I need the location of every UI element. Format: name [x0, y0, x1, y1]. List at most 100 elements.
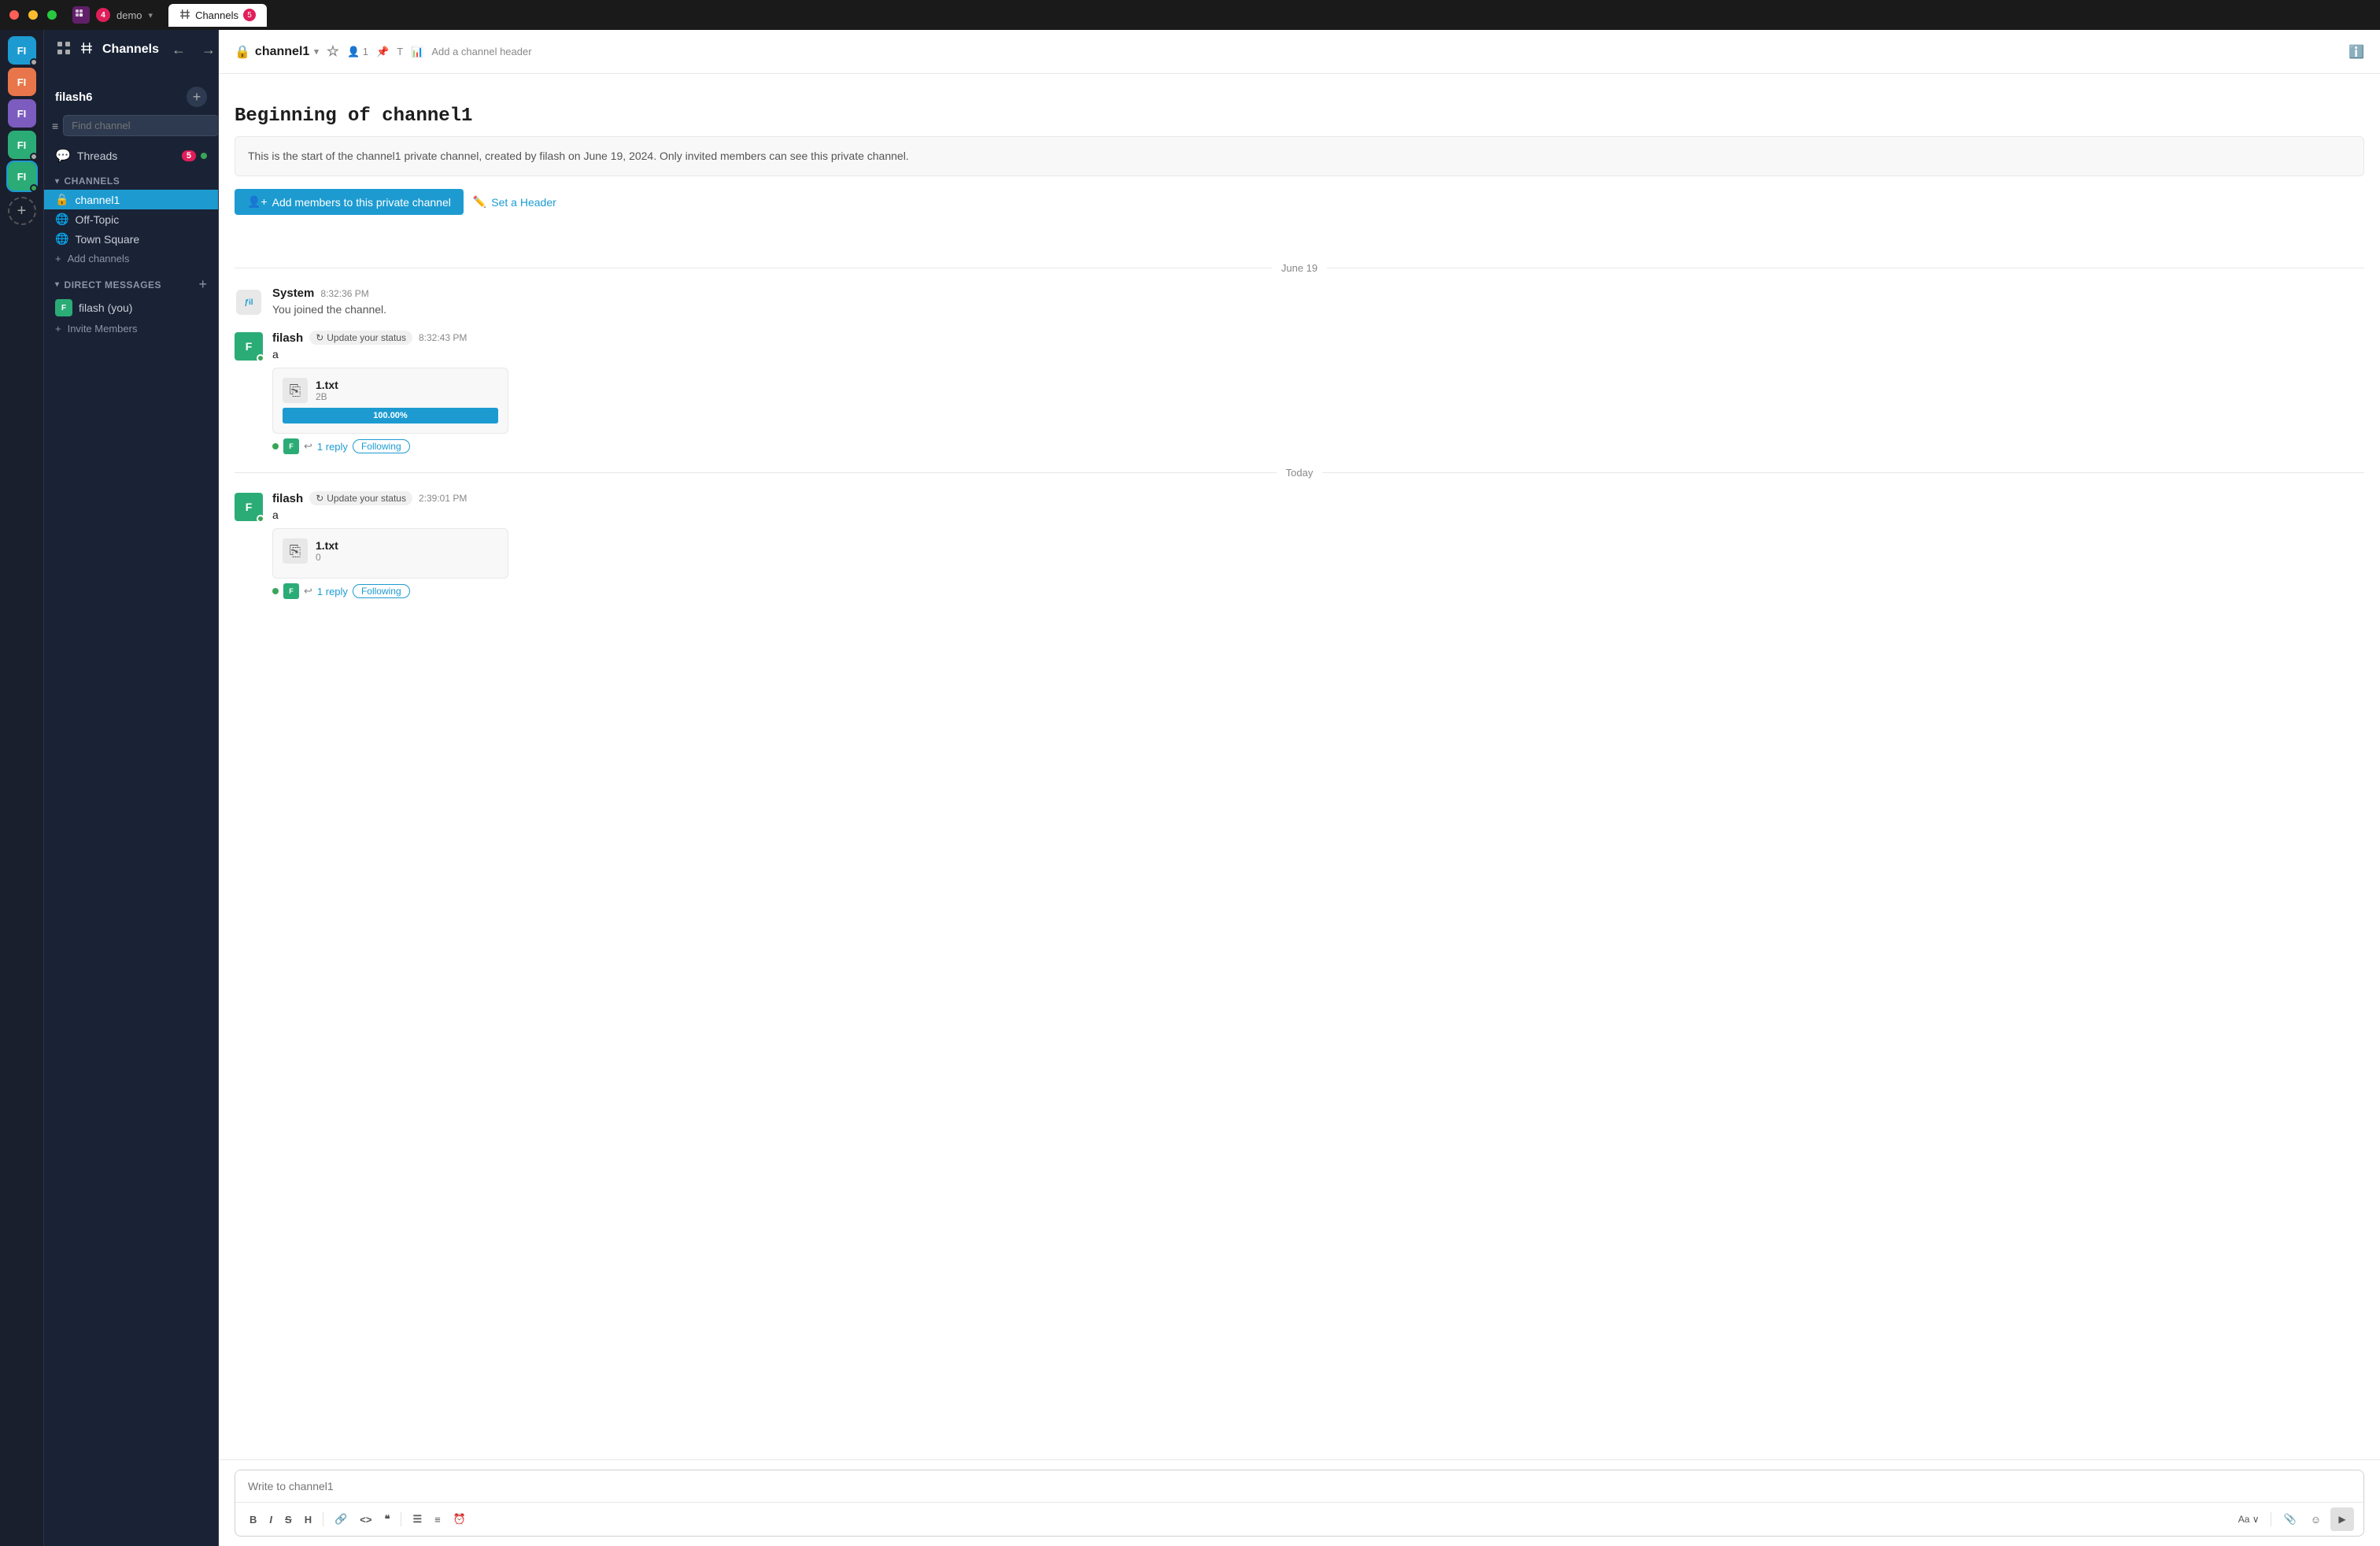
- header-title: Channels: [102, 43, 159, 57]
- reply-dot-2: [272, 588, 279, 594]
- add-channels-button[interactable]: + Add channels: [44, 249, 218, 268]
- msg-text-1: a: [272, 346, 2364, 363]
- following-button-1[interactable]: Following: [353, 439, 410, 453]
- nav-back-button[interactable]: ←: [168, 40, 189, 60]
- date-divider-today: Today: [235, 467, 2364, 479]
- following-button-2[interactable]: Following: [353, 584, 410, 598]
- dm-filash[interactable]: F filash (you): [44, 296, 218, 320]
- msg-username-1[interactable]: filash: [272, 331, 303, 345]
- update-status-button-1[interactable]: ↻ Update your status: [309, 331, 412, 345]
- workspace-name[interactable]: filash6: [55, 91, 93, 104]
- msg-username-2[interactable]: filash: [272, 492, 303, 505]
- filter-icon[interactable]: ≡: [52, 120, 58, 132]
- strikethrough-button[interactable]: S: [280, 1511, 297, 1529]
- dm-section-label[interactable]: ▾ DIRECT MESSAGES: [55, 279, 161, 290]
- rail-avatar-2[interactable]: FI: [8, 68, 36, 96]
- status-icon-2: ↻: [316, 493, 323, 504]
- nav-forward-button[interactable]: →: [198, 40, 219, 60]
- attachment-button[interactable]: 📎: [2279, 1510, 2301, 1529]
- member-count[interactable]: 👤 1: [347, 46, 368, 58]
- thread-reply-1[interactable]: F ↩ 1 reply Following: [272, 438, 2364, 454]
- pinned-icon[interactable]: 📌: [376, 46, 389, 58]
- link-button[interactable]: 🔗: [330, 1510, 352, 1529]
- sidebar-item-town-square[interactable]: 🌐 Town Square: [44, 229, 218, 249]
- dm-chevron-icon: ▾: [55, 280, 60, 289]
- user-online-dot-1: [257, 354, 264, 362]
- channel-info-button[interactable]: ℹ️: [2349, 44, 2364, 60]
- threads-online-dot: [201, 153, 207, 159]
- invite-members-button[interactable]: + Invite Members: [44, 320, 218, 338]
- thread-reply-2[interactable]: F ↩ 1 reply Following: [272, 583, 2364, 599]
- numbered-list-button[interactable]: ≡: [430, 1511, 445, 1529]
- threads-icon: 💬: [55, 148, 71, 164]
- rail-avatar-3[interactable]: FI: [8, 99, 36, 128]
- icon-rail: FI FI FI FI FI +: [0, 30, 44, 1546]
- add-members-icon: 👤+: [247, 195, 268, 209]
- header-text-btn[interactable]: T: [397, 46, 403, 57]
- user-online-dot-2: [257, 515, 264, 523]
- reply-count-1[interactable]: 1 reply: [317, 441, 348, 453]
- emoji-picker-button[interactable]: ☺: [2306, 1511, 2326, 1529]
- message-input-box: B I S H 🔗 <> ❝ ☰ ≡ ⏰ Aa ∨: [235, 1470, 2364, 1537]
- update-status-button-2[interactable]: ↻ Update your status: [309, 491, 412, 505]
- app-name[interactable]: demo: [116, 9, 142, 21]
- rail-avatar-4[interactable]: FI: [8, 131, 36, 159]
- grid-icon[interactable]: [57, 41, 71, 59]
- add-icon: +: [55, 253, 61, 264]
- msg-time-2: 2:39:01 PM: [419, 493, 467, 504]
- bullet-list-button[interactable]: ☰: [408, 1510, 427, 1529]
- section-chevron-icon: ▾: [55, 177, 60, 186]
- channel-name-header[interactable]: 🔒 channel1 ▾ ☆: [235, 43, 339, 60]
- minimize-dot[interactable]: [28, 10, 38, 20]
- set-header-button[interactable]: ✏️ Set a Header: [473, 189, 556, 215]
- threads-item[interactable]: 💬 Threads 5: [44, 144, 218, 168]
- find-channel-row: ≡: [44, 115, 218, 144]
- file-progress-1: 100.00%: [283, 408, 498, 423]
- add-members-button[interactable]: 👤+ Add members to this private channel: [235, 189, 464, 215]
- channel-star-icon[interactable]: ☆: [327, 43, 339, 60]
- message-input[interactable]: [235, 1470, 2363, 1502]
- quote-button[interactable]: ❝: [379, 1510, 394, 1529]
- channel-beginning: Beginning of channel1 This is the start …: [235, 74, 2364, 250]
- messages-area[interactable]: Beginning of channel1 This is the start …: [219, 74, 2380, 1459]
- title-bar: 4 demo ▾ Channels 5: [0, 0, 2380, 30]
- rail-avatar-1[interactable]: FI: [8, 36, 36, 65]
- emoji-time-button[interactable]: ⏰: [449, 1510, 471, 1529]
- italic-button[interactable]: I: [264, 1511, 277, 1529]
- pencil-icon: ✏️: [473, 195, 486, 209]
- rail-avatar-5[interactable]: FI: [8, 162, 36, 190]
- add-workspace-button[interactable]: +: [8, 197, 36, 225]
- rail-dot-1: [30, 58, 38, 66]
- find-channel-input[interactable]: [63, 115, 219, 136]
- file-size-2: 0: [316, 552, 338, 563]
- code-button[interactable]: <>: [355, 1511, 376, 1529]
- channel-dropdown-icon: ▾: [314, 46, 319, 57]
- off-topic-label: Off-Topic: [75, 213, 119, 226]
- plus-icon: +: [55, 323, 61, 335]
- new-message-button[interactable]: +: [187, 87, 207, 107]
- add-dm-button[interactable]: +: [198, 276, 207, 293]
- message-input-area: B I S H 🔗 <> ❝ ☰ ≡ ⏰ Aa ∨: [219, 1459, 2380, 1546]
- add-header-button[interactable]: Add a channel header: [431, 46, 531, 57]
- font-size-button[interactable]: Aa ∨: [2235, 1512, 2263, 1526]
- channels-section-header[interactable]: ▾ CHANNELS: [44, 168, 218, 190]
- tab-name: Channels: [195, 9, 238, 21]
- dm-avatar-filash: F: [55, 299, 72, 316]
- sidebar-item-channel1[interactable]: 🔒 channel1: [44, 190, 218, 209]
- town-square-label: Town Square: [75, 233, 139, 246]
- channel-meta: 👤 1 📌 T 📊 Add a channel header: [347, 46, 532, 58]
- maximize-dot[interactable]: [47, 10, 57, 20]
- sidebar-item-off-topic[interactable]: 🌐 Off-Topic: [44, 209, 218, 229]
- channel-lock-icon: 🔒: [235, 44, 250, 60]
- app-switcher[interactable]: 4 demo ▾: [72, 6, 153, 24]
- channel-hashtag-icon: [80, 42, 93, 58]
- heading-button[interactable]: H: [300, 1511, 316, 1529]
- bold-button[interactable]: B: [245, 1511, 261, 1529]
- threads-label: Threads: [77, 150, 117, 162]
- channel-tab[interactable]: Channels 5: [168, 4, 267, 27]
- reply-count-2[interactable]: 1 reply: [317, 586, 348, 597]
- close-dot[interactable]: [9, 10, 19, 20]
- send-button[interactable]: ▶: [2330, 1507, 2354, 1531]
- activity-icon[interactable]: 📊: [411, 46, 423, 58]
- system-text: You joined the channel.: [272, 301, 2364, 318]
